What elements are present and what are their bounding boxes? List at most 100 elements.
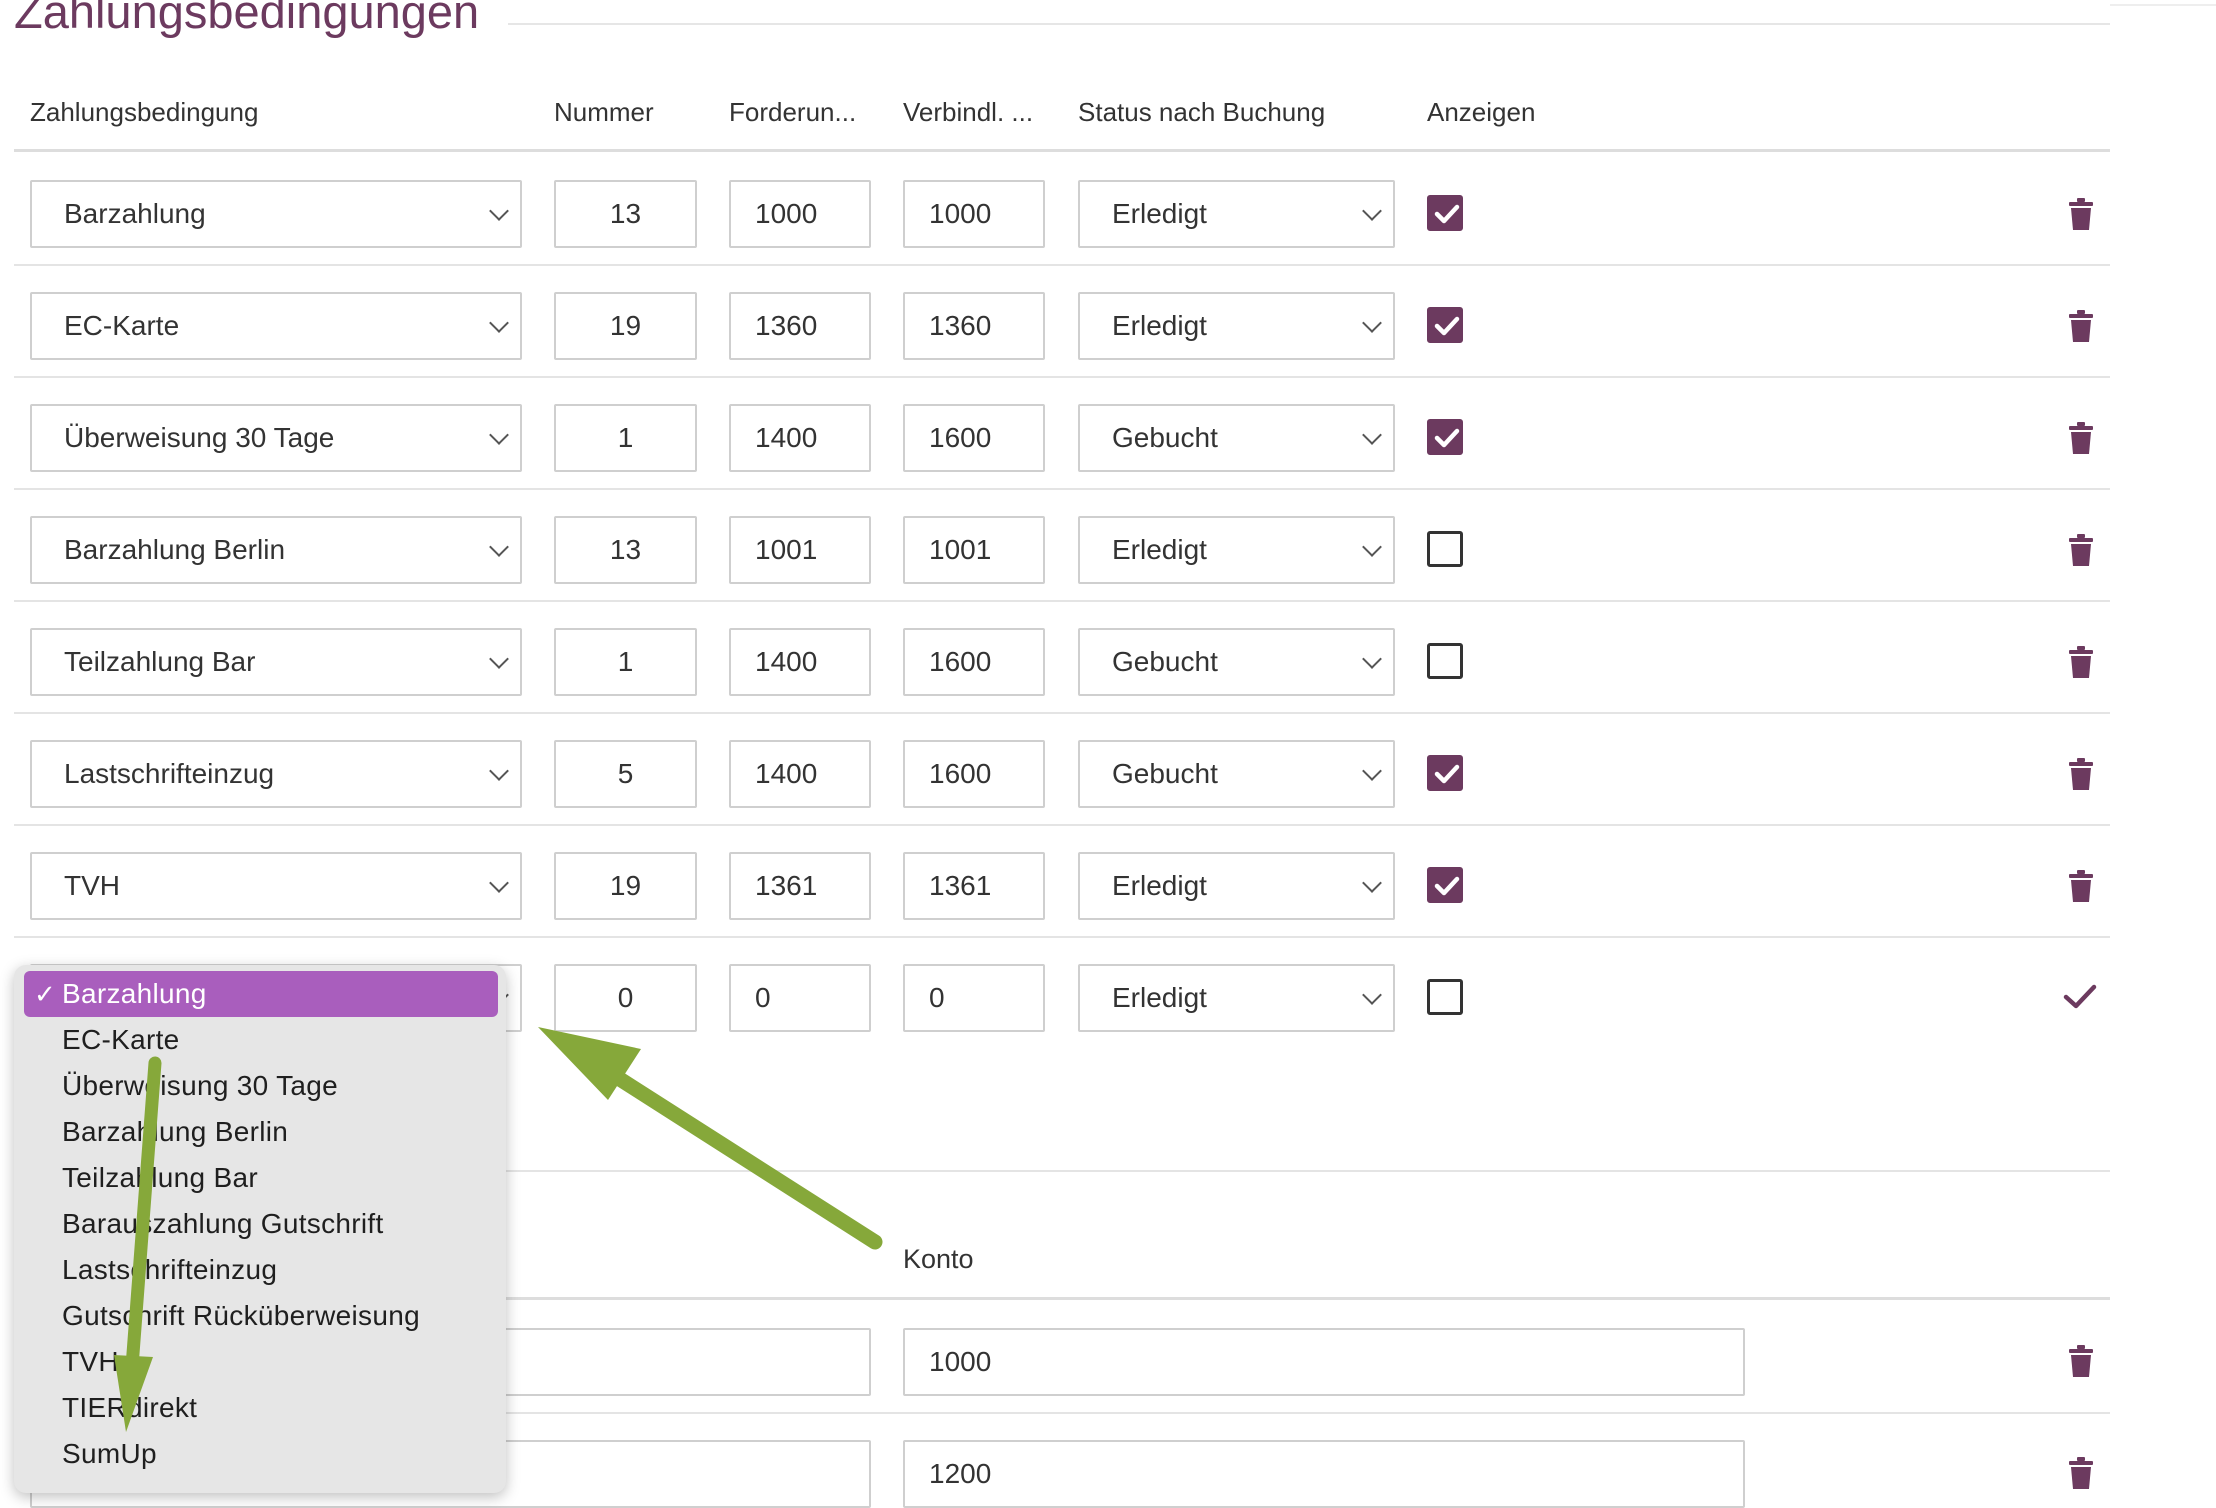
column-header-anzeigen: Anzeigen xyxy=(1427,97,1536,127)
dropdown-option[interactable]: Überweisung 30 Tage xyxy=(14,1063,506,1109)
row-divider xyxy=(14,712,2110,714)
zahlungsbedingung-value: EC-Karte xyxy=(64,310,180,341)
new-forderung-input[interactable]: 0 xyxy=(729,964,871,1032)
zahlungsbedingung-select[interactable]: TVH xyxy=(30,852,522,920)
anzeigen-checkbox[interactable] xyxy=(1427,643,1463,679)
nummer-input[interactable]: 19 xyxy=(554,292,697,360)
dropdown-option[interactable]: Barauszahlung Gutschrift xyxy=(14,1201,506,1247)
dropdown-option[interactable]: Gutschrift Rücküberweisung xyxy=(14,1293,506,1339)
new-verbindlichkeit-input[interactable]: 0 xyxy=(903,964,1045,1032)
zahlungsbedingung-value: Barzahlung xyxy=(64,198,206,229)
verbindlichkeit-input[interactable]: 1361 xyxy=(903,852,1045,920)
status-value: Gebucht xyxy=(1112,646,1218,677)
anzeigen-checkbox[interactable] xyxy=(1427,195,1463,231)
status-select[interactable]: Gebucht xyxy=(1078,404,1395,472)
verbindlichkeit-input[interactable]: 1360 xyxy=(903,292,1045,360)
trash-icon[interactable] xyxy=(2069,870,2093,902)
forderung-input[interactable]: 1000 xyxy=(729,180,871,248)
page-title: Zahlungsbedingungen xyxy=(14,0,480,38)
verbindlichkeit-input[interactable]: 1600 xyxy=(903,628,1045,696)
zahlungsbedingung-select[interactable]: Lastschrifteinzug xyxy=(30,740,522,808)
konto-header: Konto xyxy=(903,1244,974,1274)
zahlungsbedingung-select[interactable]: Überweisung 30 Tage xyxy=(30,404,522,472)
new-nummer-input[interactable]: 0 xyxy=(554,964,697,1032)
verbindlichkeit-input[interactable]: 1000 xyxy=(903,180,1045,248)
zahlungsbedingung-select[interactable]: Barzahlung Berlin xyxy=(30,516,522,584)
nummer-input[interactable]: 19 xyxy=(554,852,697,920)
dropdown-option[interactable]: SumUp xyxy=(14,1431,506,1477)
dropdown-option[interactable]: Barzahlung Berlin xyxy=(14,1109,506,1155)
status-select[interactable]: Gebucht xyxy=(1078,628,1395,696)
status-select[interactable]: Gebucht xyxy=(1078,740,1395,808)
new-anzeigen-checkbox[interactable] xyxy=(1427,979,1463,1015)
dropdown-option[interactable]: ✓ Barzahlung xyxy=(24,971,498,1017)
status-select[interactable]: Erledigt xyxy=(1078,516,1395,584)
trash-icon[interactable] xyxy=(2069,310,2093,342)
nummer-input[interactable]: 1 xyxy=(554,404,697,472)
zahlungsbedingung-select[interactable]: EC-Karte xyxy=(30,292,522,360)
forderung-input[interactable]: 1400 xyxy=(729,628,871,696)
anzeigen-checkbox[interactable] xyxy=(1427,531,1463,567)
zahlungsbedingung-value: TVH xyxy=(64,870,120,901)
status-select[interactable]: Erledigt xyxy=(1078,180,1395,248)
forderung-input[interactable]: 1361 xyxy=(729,852,871,920)
anzeigen-checkbox[interactable] xyxy=(1427,755,1463,791)
column-header-zahlungsbedingung: Zahlungsbedingung xyxy=(30,97,259,127)
confirm-check-icon[interactable] xyxy=(2063,983,2097,1011)
konto-input[interactable]: 1000 xyxy=(903,1328,1745,1396)
anzeigen-checkbox[interactable] xyxy=(1427,419,1463,455)
dropdown-option-label: Barzahlung Berlin xyxy=(62,1116,289,1147)
nummer-input[interactable]: 1 xyxy=(554,628,697,696)
dropdown-option[interactable]: TVH xyxy=(14,1339,506,1385)
new-status-select[interactable]: Erledigt xyxy=(1078,964,1395,1032)
selected-check-icon: ✓ xyxy=(34,978,57,1009)
forderung-input[interactable]: 1360 xyxy=(729,292,871,360)
row-divider xyxy=(14,936,2110,938)
zahlungsbedingung-dropdown-list[interactable]: ✓ Barzahlung EC-Karte Überweisung 30 Tage Ba… xyxy=(14,965,506,1493)
zahlungsbedingung-select[interactable]: Teilzahlung Bar xyxy=(30,628,522,696)
nummer-input[interactable]: 5 xyxy=(554,740,697,808)
status-value: Erledigt xyxy=(1112,870,1207,901)
dropdown-option[interactable]: Lastschrifteinzug xyxy=(14,1247,506,1293)
forderung-input[interactable]: 1400 xyxy=(729,740,871,808)
dropdown-option[interactable]: EC-Karte xyxy=(14,1017,506,1063)
status-select[interactable]: Erledigt xyxy=(1078,852,1395,920)
verbindlichkeit-input[interactable]: 1001 xyxy=(903,516,1045,584)
trash-icon[interactable] xyxy=(2069,198,2093,230)
row-divider xyxy=(14,264,2110,266)
konto-input[interactable]: 1200 xyxy=(903,1440,1745,1508)
column-header-status: Status nach Buchung xyxy=(1078,97,1326,127)
trash-icon[interactable] xyxy=(2069,646,2093,678)
status-value: Gebucht xyxy=(1112,758,1218,789)
dropdown-option[interactable]: Teilzahlung Bar xyxy=(14,1155,506,1201)
verbindlichkeit-input[interactable]: 1600 xyxy=(903,404,1045,472)
row-divider xyxy=(14,824,2110,826)
header-divider xyxy=(14,149,2110,152)
row-divider xyxy=(14,488,2110,490)
title-divider xyxy=(508,23,2110,25)
forderung-input[interactable]: 1001 xyxy=(729,516,871,584)
dropdown-option-label: EC-Karte xyxy=(62,1024,180,1055)
trash-icon[interactable] xyxy=(2069,422,2093,454)
nummer-input[interactable]: 13 xyxy=(554,516,697,584)
dropdown-option-label: Lastschrifteinzug xyxy=(62,1254,278,1285)
anzeigen-checkbox[interactable] xyxy=(1427,867,1463,903)
trash-icon[interactable] xyxy=(2069,534,2093,566)
trash-icon[interactable] xyxy=(2069,1457,2093,1489)
column-header-verbindlichkeit: Verbindl. ... xyxy=(903,97,1034,127)
dropdown-option-label: TVH xyxy=(62,1346,119,1377)
dropdown-option-label: Gutschrift Rücküberweisung xyxy=(62,1300,420,1331)
dropdown-option-label: SumUp xyxy=(62,1438,157,1469)
zahlungsbedingung-select[interactable]: Barzahlung xyxy=(30,180,522,248)
zahlungsbedingung-value: Barzahlung Berlin xyxy=(64,534,286,565)
trash-icon[interactable] xyxy=(2069,758,2093,790)
status-select[interactable]: Erledigt xyxy=(1078,292,1395,360)
trash-icon[interactable] xyxy=(2069,1345,2093,1377)
nummer-input[interactable]: 13 xyxy=(554,180,697,248)
dropdown-option-label: Barzahlung xyxy=(62,978,207,1009)
verbindlichkeit-input[interactable]: 1600 xyxy=(903,740,1045,808)
dropdown-option[interactable]: TIERdirekt xyxy=(14,1385,506,1431)
anzeigen-checkbox[interactable] xyxy=(1427,307,1463,343)
forderung-input[interactable]: 1400 xyxy=(729,404,871,472)
column-header-nummer: Nummer xyxy=(554,97,654,127)
